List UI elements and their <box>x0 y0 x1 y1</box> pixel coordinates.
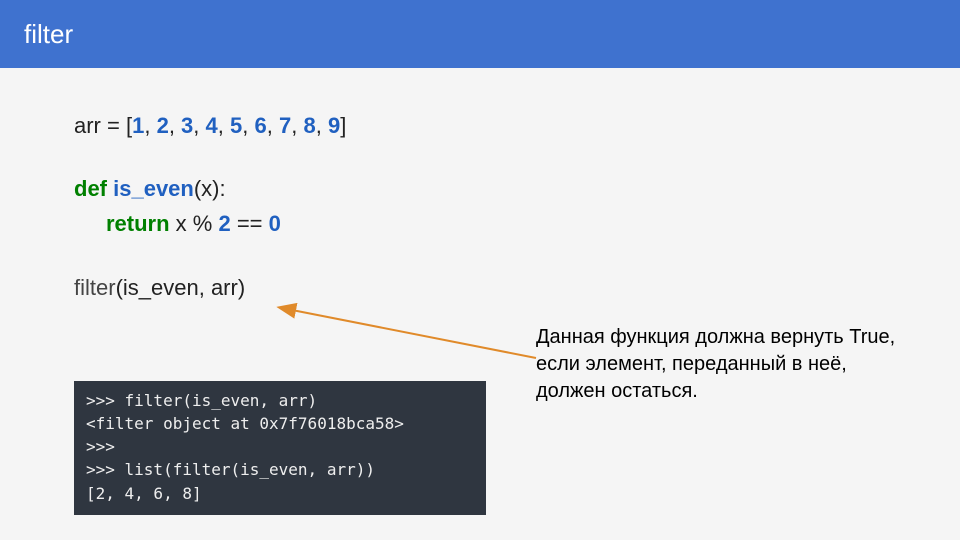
slide-content: arr = [1, 2, 3, 4, 5, 6, 7, 8, 9] def is… <box>0 68 960 515</box>
code-text: (is_even, arr) <box>116 275 246 300</box>
code-text: == <box>231 211 269 236</box>
code-text: ] <box>340 113 346 138</box>
code-sample: arr = [1, 2, 3, 4, 5, 6, 7, 8, 9] def is… <box>74 108 886 305</box>
code-num: 4 <box>206 113 218 138</box>
code-num: 7 <box>279 113 291 138</box>
code-num: 6 <box>255 113 267 138</box>
code-sep: , <box>316 113 328 138</box>
blank-line <box>74 242 886 270</box>
code-num: 1 <box>132 113 144 138</box>
code-sep: , <box>218 113 230 138</box>
term-line: >>> filter(is_even, arr) <box>86 391 317 410</box>
code-line-def: def is_even(x): <box>74 171 886 206</box>
annotation-text: Данная функция должна вернуть True, если… <box>536 324 896 405</box>
code-sep: , <box>144 113 156 138</box>
code-call: filter <box>74 275 116 300</box>
code-line-return: return x % 2 == 0 <box>74 206 886 241</box>
term-line: <filter object at 0x7f76018bca58> <box>86 414 404 433</box>
code-num: 9 <box>328 113 340 138</box>
terminal-output: >>> filter(is_even, arr) <filter object … <box>74 381 486 515</box>
slide-title: filter <box>24 19 73 50</box>
code-keyword: return <box>106 211 170 236</box>
code-num: 2 <box>218 211 230 236</box>
code-num: 8 <box>303 113 315 138</box>
code-sep: , <box>291 113 303 138</box>
code-sep: , <box>242 113 254 138</box>
code-sep: , <box>169 113 181 138</box>
code-sep: , <box>193 113 205 138</box>
code-text: (x): <box>194 176 226 201</box>
code-sep: , <box>267 113 279 138</box>
code-function-name: is_even <box>113 176 194 201</box>
blank-line <box>74 143 886 171</box>
code-keyword: def <box>74 176 107 201</box>
code-line-call: filter(is_even, arr) <box>74 270 886 305</box>
code-num: 0 <box>269 211 281 236</box>
code-text: x % <box>170 211 219 236</box>
term-line: >>> <box>86 437 115 456</box>
code-text: arr = [ <box>74 113 132 138</box>
code-line-1: arr = [1, 2, 3, 4, 5, 6, 7, 8, 9] <box>74 108 886 143</box>
slide-header: filter <box>0 0 960 68</box>
code-num: 2 <box>157 113 169 138</box>
term-line: [2, 4, 6, 8] <box>86 484 202 503</box>
code-num: 3 <box>181 113 193 138</box>
code-num: 5 <box>230 113 242 138</box>
term-line: >>> list(filter(is_even, arr)) <box>86 460 375 479</box>
